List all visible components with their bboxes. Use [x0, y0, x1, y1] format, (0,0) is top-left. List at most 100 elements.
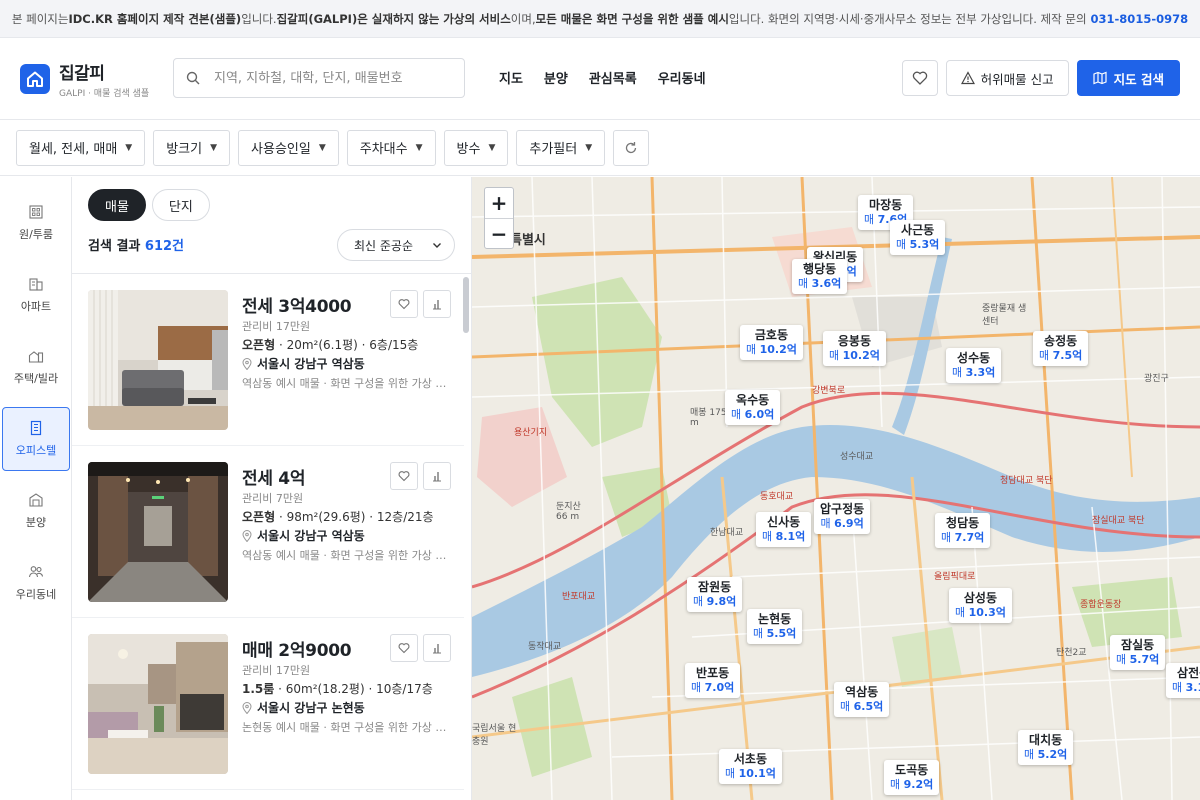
listing-photo[interactable] — [88, 290, 228, 430]
marker-area-name: 논현동 — [758, 612, 792, 626]
filter-parking[interactable]: 주차대수 ▼ — [346, 129, 436, 166]
report-false-listing-button[interactable]: 허위매물 신고 — [945, 60, 1069, 96]
presale-icon — [29, 493, 43, 507]
marker-area-name: 잠원동 — [698, 580, 732, 594]
location-pin-icon — [242, 529, 252, 542]
sidebar-item-neighborhood[interactable]: 우리동네 — [2, 551, 70, 615]
marker-price-value: 10.2억 — [759, 343, 797, 356]
nav-neighborhood[interactable]: 우리동네 — [658, 68, 706, 87]
listing-address: 서울시 강남구 논현동 — [242, 699, 365, 716]
marker-price-prefix: 매 — [1172, 681, 1186, 694]
map-price-marker[interactable]: 압구정동 매 6.9억 — [814, 499, 871, 534]
marker-price: 매 10.1억 — [725, 767, 776, 781]
map-price-marker[interactable]: 사근동 매 5.3억 — [890, 220, 946, 255]
favorite-button[interactable] — [390, 290, 418, 318]
marker-price-value: 8.1억 — [775, 530, 806, 543]
tab-complexes[interactable]: 단지 — [151, 189, 210, 221]
marker-area-name: 대치동 — [1029, 733, 1063, 747]
filter-label: 추가필터 — [529, 142, 578, 157]
marker-price-prefix: 매 — [746, 343, 760, 356]
map-price-marker[interactable]: 반포동 매 7.0억 — [685, 663, 741, 698]
zoom-out-button[interactable]: − — [485, 219, 513, 249]
listing-photo[interactable] — [88, 634, 228, 774]
sidebar-item-officetel[interactable]: 오피스텔 — [2, 407, 70, 471]
heart-icon — [912, 71, 927, 85]
marker-price: 매 9.2억 — [890, 778, 933, 792]
compare-button[interactable] — [423, 634, 451, 662]
nav-favorites[interactable]: 관심목록 — [589, 68, 637, 87]
listing-price: 매매 2억9000 — [242, 641, 352, 661]
map-price-marker[interactable]: 논현동 매 5.5억 — [747, 609, 803, 644]
map-price-marker[interactable]: 대치동 매 5.2억 — [1018, 730, 1074, 765]
map-search-label: 지도 검색 — [1113, 71, 1164, 87]
zoom-in-button[interactable]: + — [485, 188, 513, 218]
map-price-marker[interactable]: 응봉동 매 10.2억 — [823, 331, 886, 366]
filter-approval-date[interactable]: 사용승인일 ▼ — [238, 129, 339, 166]
map-price-marker[interactable]: 잠원동 매 9.8억 — [687, 577, 743, 612]
map-label: 광진구 — [1144, 374, 1169, 384]
marker-area-name: 압구정동 — [820, 502, 865, 516]
map-price-marker[interactable]: 송정동 매 7.5억 — [1033, 331, 1089, 366]
building-icon — [29, 205, 43, 219]
marker-area-name: 청담동 — [946, 516, 980, 530]
favorite-button[interactable] — [390, 634, 418, 662]
compare-button[interactable] — [423, 290, 451, 318]
marker-price-prefix: 매 — [1039, 349, 1053, 362]
map-price-marker[interactable]: 잠실동 매 5.7억 — [1110, 635, 1166, 670]
sidebar-item-house[interactable]: 주택/빌라 — [2, 335, 70, 399]
filter-room-size[interactable]: 방크기 ▼ — [153, 129, 231, 166]
listing-room-type: 오픈형 — [242, 510, 276, 524]
tab-listings[interactable]: 매물 — [88, 189, 146, 221]
map-search-button[interactable]: 지도 검색 — [1076, 60, 1180, 96]
map-price-marker[interactable]: 행당동 매 3.6억 — [792, 259, 848, 294]
listing-spec: 오픈형 · 20m²(6.1평) · 6층/15층 — [242, 336, 418, 353]
filter-deal-type[interactable]: 월세, 전세, 매매 ▼ — [16, 129, 146, 166]
map-price-marker[interactable]: 신사동 매 8.1억 — [756, 512, 812, 547]
marker-price-value: 6.0억 — [744, 408, 775, 421]
marker-area-name: 행당동 — [803, 262, 837, 276]
listing-card[interactable]: 전세 4억 관리비 7만원 오픈형 · 98m²(29.6평) · 12층/21… — [72, 446, 464, 618]
sidebar-item-presale[interactable]: 분양 — [2, 479, 70, 543]
marker-price: 매 3.3억 — [952, 366, 995, 380]
map-price-marker[interactable]: 금호동 매 10.2억 — [740, 325, 803, 360]
marker-area-name: 옥수동 — [736, 393, 770, 407]
marker-price: 매 10.2억 — [829, 349, 880, 363]
result-count: 검색 결과 612건 — [88, 235, 184, 254]
contact-phone[interactable]: 031-8015-0978 — [1091, 12, 1189, 26]
marker-price: 매 5.3억 — [896, 238, 939, 252]
compare-button[interactable] — [423, 462, 451, 490]
sidebar-item-oneroom[interactable]: 원/투룸 — [2, 191, 70, 255]
search-input[interactable] — [214, 70, 444, 86]
map-price-marker[interactable]: 도곡동 매 9.2억 — [884, 760, 940, 795]
filter-rooms[interactable]: 방수 ▼ — [443, 129, 509, 166]
favorite-button[interactable] — [901, 60, 938, 96]
sort-select[interactable]: 최신 준공순 — [337, 229, 455, 261]
map-price-marker[interactable]: 삼성동 매 10.3억 — [949, 588, 1012, 623]
sidebar-item-apartment[interactable]: 아파트 — [2, 263, 70, 327]
reset-filters-button[interactable] — [613, 129, 650, 166]
logo[interactable]: 집갈피 GALPI · 매물 검색 샘플 — [20, 59, 149, 99]
marker-area-name: 도곡동 — [895, 763, 929, 777]
marker-price: 매 8.1억 — [762, 530, 805, 544]
map-price-marker[interactable]: 성수동 매 3.3억 — [946, 348, 1002, 383]
map-price-marker[interactable]: 옥수동 매 6.0억 — [725, 390, 781, 425]
search-box[interactable] — [173, 58, 465, 98]
favorite-button[interactable] — [390, 462, 418, 490]
filter-more[interactable]: 추가필터 ▼ — [516, 129, 606, 166]
sidebar-item-label: 아파트 — [20, 300, 52, 313]
map-price-marker[interactable]: 서초동 매 10.1억 — [719, 749, 782, 784]
nav-presale[interactable]: 분양 — [544, 68, 568, 87]
listing-card[interactable]: 매매 2억9000 관리비 17만원 1.5룸 · 60m²(18.2평) · … — [72, 618, 464, 790]
map-price-marker[interactable]: 삼전동매 3.1억 — [1166, 663, 1200, 698]
listing-card[interactable]: 전세 3억4000 관리비 17만원 오픈형 · 20m²(6.1평) · 6층… — [72, 274, 464, 446]
marker-price-prefix: 매 — [693, 595, 707, 608]
marker-price-value: 10.3억 — [968, 606, 1006, 619]
map-price-marker[interactable]: 청담동 매 7.7억 — [935, 513, 991, 548]
marker-price-prefix: 매 — [725, 767, 739, 780]
listing-photo[interactable] — [88, 462, 228, 602]
nav-map[interactable]: 지도 — [499, 68, 523, 87]
map-price-marker[interactable]: 역삼동 매 6.5억 — [834, 682, 890, 717]
filter-label: 방수 — [456, 142, 481, 157]
marker-price-prefix: 매 — [896, 238, 910, 251]
map-view[interactable]: 특별시 중랑물재 생센터 용산기지 둔지산 66 m 매봉 175 m 성수대교… — [472, 177, 1200, 800]
